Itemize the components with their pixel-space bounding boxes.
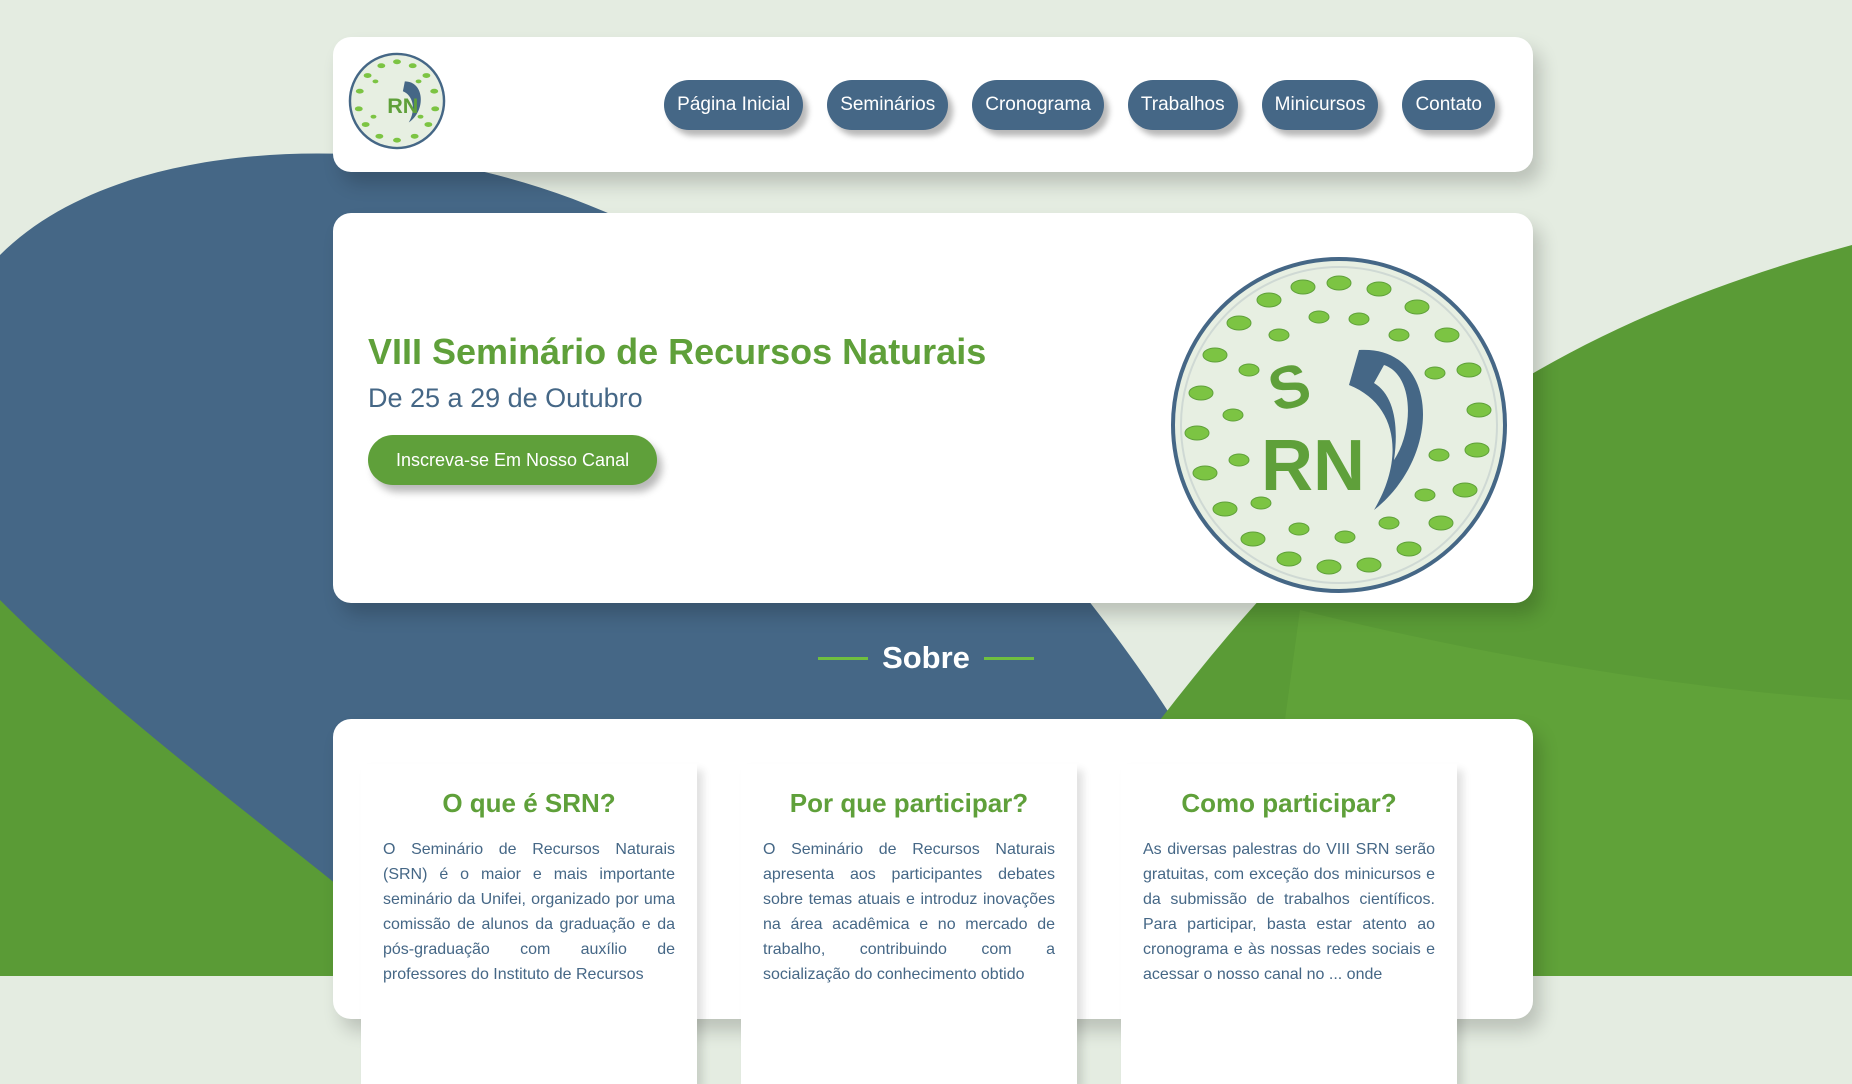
srn-logo-icon: S RN [1171,257,1507,593]
title-divider [818,656,869,660]
column-title: Como participar? [1181,788,1397,818]
column-text: O Seminário de Recursos Naturais apresen… [763,841,1055,983]
about-card: O que é SRN? O Seminário de Recursos Nat… [333,719,1533,1084]
hero-subtitle: De 25 a 29 de Outubro [368,383,643,413]
column-text: O Seminário de Recursos Naturais (SRN) é… [383,841,675,983]
column-title: Por que participar? [789,788,1029,818]
nav-minicursos[interactable]: Minicursos [1261,80,1379,130]
about-column-why: Por que participar? O Seminário de Recur… [741,764,1077,1084]
nav-pagina-inicial[interactable]: Página Inicial [664,80,804,130]
about-title: Sobre [882,640,970,675]
nav-seminarios[interactable]: Seminários [827,80,949,130]
about-section-heading: Sobre [0,640,1852,676]
nav-trabalhos[interactable]: Trabalhos [1127,80,1238,130]
nav-cronograma[interactable]: Cronograma [972,80,1104,130]
column-title: O que é SRN? [442,788,616,818]
svg-text:RN: RN [1261,426,1365,506]
hero-card: VIII Seminário de Recursos Naturais De 2… [333,213,1533,603]
about-column-what: O que é SRN? O Seminário de Recursos Nat… [361,764,697,1084]
subscribe-channel-button[interactable]: Inscreva-se Em Nosso Canal [368,435,658,485]
column-text: As diversas palestras do VIII SRN serão … [1143,841,1435,983]
title-divider [983,656,1034,660]
hero-title: VIII Seminário de Recursos Naturais [368,331,987,372]
header-bar: RN Página Inicial Seminários Cronograma … [333,37,1533,172]
srn-logo-icon[interactable]: RN [348,52,446,150]
nav-contato[interactable]: Contato [1402,80,1495,130]
about-column-how: Como participar? As diversas palestras d… [1121,764,1457,1084]
main-nav: Página Inicial Seminários Cronograma Tra… [664,80,1495,130]
svg-text:RN: RN [387,93,418,118]
